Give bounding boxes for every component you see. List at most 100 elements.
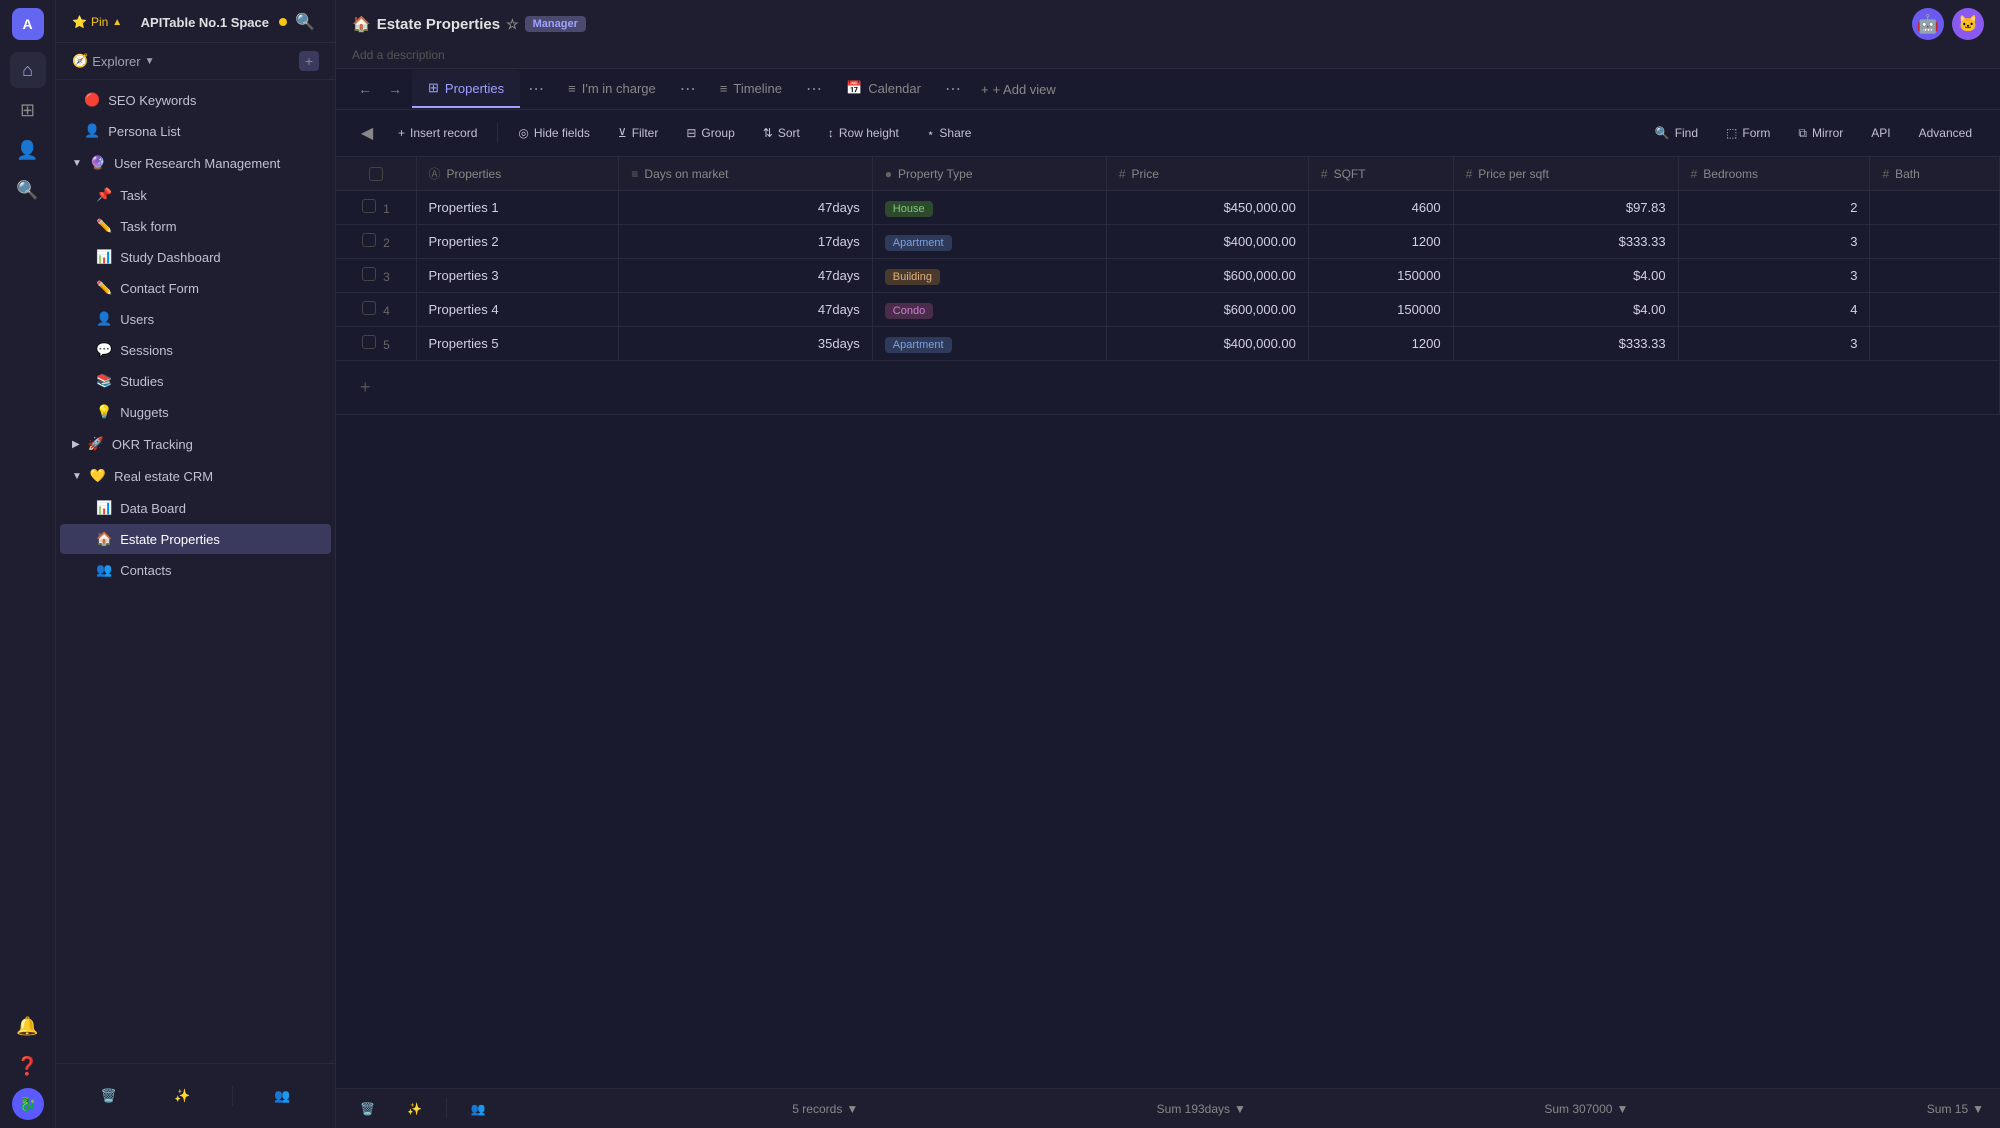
star-favorite-icon[interactable]: ☆ [506, 16, 519, 33]
add-row-cell[interactable]: + [336, 361, 2000, 415]
sidebar-item-nuggets[interactable]: 💡 Nuggets [60, 397, 331, 427]
th-property-type[interactable]: ● Property Type [872, 157, 1106, 191]
trash-button[interactable]: 🗑️ [85, 1080, 133, 1112]
row-properties[interactable]: Properties 4 [416, 293, 619, 327]
row-properties[interactable]: Properties 2 [416, 225, 619, 259]
th-bedrooms[interactable]: # Bedrooms [1678, 157, 1870, 191]
magic-bottom-button[interactable]: ✨ [399, 1098, 430, 1120]
sidebar-item-estate-properties[interactable]: 🏠 Estate Properties [60, 524, 331, 554]
insert-record-button[interactable]: + Insert record [386, 121, 489, 145]
trash-bottom-button[interactable]: 🗑️ [352, 1098, 383, 1120]
tab-properties-more[interactable]: ⋯ [520, 69, 552, 109]
group-button[interactable]: ⊟ Group [674, 121, 746, 145]
th-price[interactable]: # Price [1106, 157, 1308, 191]
users-icon[interactable]: 👤 [10, 132, 46, 168]
tab-calendar[interactable]: 📅 Calendar [830, 70, 937, 108]
mirror-button[interactable]: ⧉ Mirror [1786, 121, 1855, 146]
share-button[interactable]: ⋆ Share [915, 121, 984, 145]
sidebar-item-contact-form[interactable]: ✏️ Contact Form [60, 273, 331, 303]
row-properties[interactable]: Properties 5 [416, 327, 619, 361]
explorer-label[interactable]: 🧭 Explorer ▼ [72, 53, 155, 69]
manager-badge[interactable]: Manager [525, 16, 586, 32]
add-view-button[interactable]: + + Add view [969, 72, 1068, 107]
table-row[interactable]: 2 Properties 2 17days Apartment $400,000… [336, 225, 2000, 259]
sort-button[interactable]: ⇅ Sort [751, 121, 812, 145]
tab-charge-more[interactable]: ⋯ [672, 69, 704, 109]
sidebar-item-study-dashboard[interactable]: 📊 Study Dashboard [60, 242, 331, 272]
row-checkbox[interactable] [362, 267, 376, 281]
find-button[interactable]: 🔍 Find [1643, 121, 1710, 145]
tab-im-in-charge[interactable]: ≡ I'm in charge [552, 71, 672, 108]
form-button[interactable]: ⬚ Form [1714, 121, 1782, 145]
sidebar-item-studies[interactable]: 📚 Studies [60, 366, 331, 396]
th-baths[interactable]: # Bath [1870, 157, 2000, 191]
th-days-on-market[interactable]: ≡ Days on market [619, 157, 872, 191]
sidebar-item-persona-list[interactable]: 👤 Persona List [60, 116, 331, 146]
row-checkbox[interactable] [362, 199, 376, 213]
sidebar-item-data-board[interactable]: 📊 Data Board [60, 493, 331, 523]
sidebar-item-task[interactable]: 📌 Task [60, 180, 331, 210]
share-users-bottom-button[interactable]: 👥 [463, 1098, 494, 1120]
sidebar-group-user-research[interactable]: ▼ 🔮 User Research Management [56, 147, 335, 179]
magic-button[interactable]: ✨ [158, 1080, 206, 1112]
th-checkbox[interactable] [336, 157, 416, 191]
filter-icon: ⊻ [618, 126, 627, 140]
row-properties[interactable]: Properties 1 [416, 191, 619, 225]
help-icon[interactable]: ❓ [10, 1048, 46, 1084]
add-row[interactable]: + [336, 361, 2000, 415]
workspace-dot [279, 18, 287, 26]
table-row[interactable]: 3 Properties 3 47days Building $600,000.… [336, 259, 2000, 293]
api-button[interactable]: API [1859, 121, 1902, 145]
table-row[interactable]: 5 Properties 5 35days Apartment $400,000… [336, 327, 2000, 361]
th-sqft[interactable]: # SQFT [1308, 157, 1453, 191]
collapse-sidebar-button[interactable]: ◀ [352, 118, 382, 148]
sidebar-item-sessions[interactable]: 💬 Sessions [60, 335, 331, 365]
user-avatar[interactable]: A [12, 8, 44, 40]
okr-arrow-icon: ▶ [72, 439, 80, 450]
row-baths [1870, 259, 2000, 293]
header-description[interactable]: Add a description [352, 48, 445, 68]
tab-properties[interactable]: ⊞ Properties [412, 70, 520, 108]
hide-fields-button[interactable]: ◎ Hide fields [506, 121, 602, 145]
row-num-cell: 5 [336, 327, 416, 361]
add-explorer-button[interactable]: + [299, 51, 319, 71]
row-height-button[interactable]: ↕ Row height [816, 121, 911, 145]
pin-button[interactable]: ⭐ Pin ▲ [72, 15, 122, 29]
advanced-button[interactable]: Advanced [1907, 121, 1984, 145]
search-icon[interactable]: 🔍 [10, 172, 46, 208]
th-properties[interactable]: Ⓐ Properties [416, 157, 619, 191]
hide-icon: ◎ [518, 126, 528, 140]
forward-arrow[interactable]: → [382, 76, 408, 102]
grid-icon[interactable]: ⊞ [10, 92, 46, 128]
table-row[interactable]: 4 Properties 4 47days Condo $600,000.00 … [336, 293, 2000, 327]
notification-icon[interactable]: 🔔 [10, 1008, 46, 1044]
back-arrow[interactable]: ← [352, 76, 378, 102]
tab-timeline-more[interactable]: ⋯ [798, 69, 830, 109]
sidebar-group-crm[interactable]: ▼ 💛 Real estate CRM [56, 460, 335, 492]
row-checkbox[interactable] [362, 335, 376, 349]
sum-sqft[interactable]: Sum 307000 ▼ [1544, 1102, 1628, 1116]
tab-timeline[interactable]: ≡ Timeline [704, 71, 798, 108]
sidebar-item-task-form[interactable]: ✏️ Task form [60, 211, 331, 241]
page-title: 🏠 Estate Properties ☆ Manager [352, 15, 586, 33]
filter-button[interactable]: ⊻ Filter [606, 121, 670, 145]
sum-bedrooms[interactable]: Sum 15 ▼ [1927, 1102, 1984, 1116]
table-container[interactable]: Ⓐ Properties ≡ Days on market ● Pr [336, 157, 2000, 1088]
sidebar-item-contacts[interactable]: 👥 Contacts [60, 555, 331, 585]
select-all-checkbox[interactable] [369, 167, 383, 181]
share-users-button[interactable]: 👥 [258, 1080, 306, 1112]
tab-calendar-more[interactable]: ⋯ [937, 69, 969, 109]
sum-days[interactable]: Sum 193days ▼ [1157, 1102, 1246, 1116]
sidebar-item-seo-keywords[interactable]: 🔴 SEO Keywords [60, 85, 331, 115]
home-icon[interactable]: ⌂ [10, 52, 46, 88]
sidebar-item-users[interactable]: 👤 Users [60, 304, 331, 334]
records-count[interactable]: 5 records ▼ [792, 1102, 858, 1116]
search-button[interactable]: 🔍 [291, 8, 319, 36]
row-checkbox[interactable] [362, 301, 376, 315]
table-row[interactable]: 1 Properties 1 47days House $450,000.00 … [336, 191, 2000, 225]
sidebar-group-okr[interactable]: ▶ 🚀 OKR Tracking [56, 428, 335, 460]
row-properties[interactable]: Properties 3 [416, 259, 619, 293]
sum-bedrooms-chevron-icon: ▼ [1972, 1102, 1984, 1116]
th-price-per-sqft[interactable]: # Price per sqft [1453, 157, 1678, 191]
row-checkbox[interactable] [362, 233, 376, 247]
